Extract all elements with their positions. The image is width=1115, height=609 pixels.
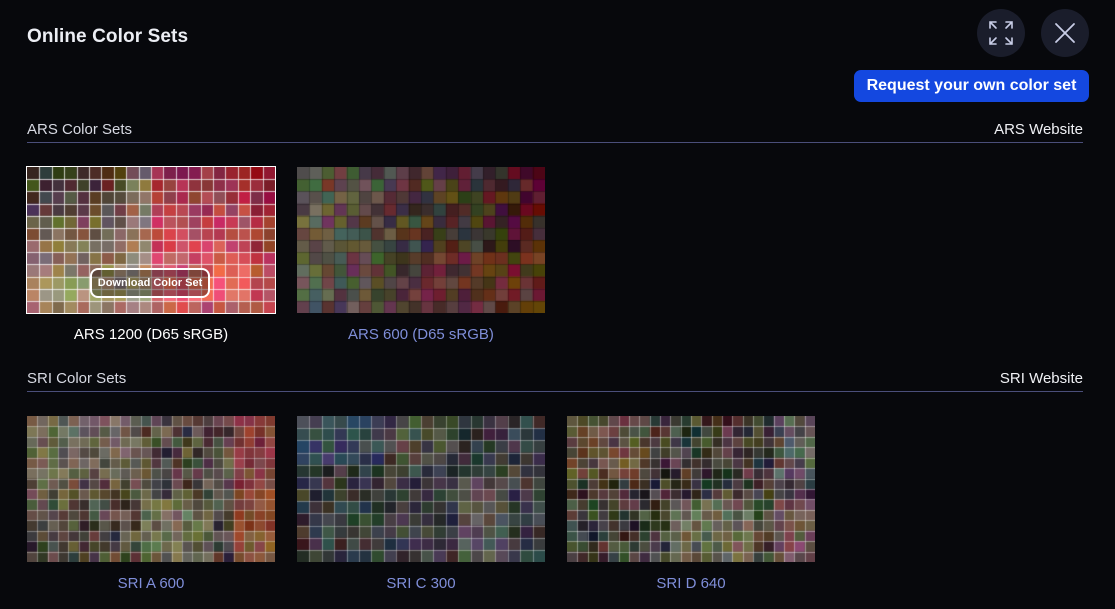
- color-set-card-ars-1200[interactable]: Download Color Set: [26, 166, 276, 314]
- sri-website-link[interactable]: SRI Website: [1000, 370, 1083, 387]
- expand-button[interactable]: [977, 9, 1025, 57]
- close-icon: [1055, 23, 1075, 43]
- ars-600-swatch-grid: [297, 167, 545, 313]
- sri-section-header: SRI Color Sets SRI Website: [27, 370, 1083, 392]
- color-set-card-sri-d-640[interactable]: [567, 416, 815, 562]
- ars-section-label: ARS Color Sets: [27, 121, 133, 138]
- color-set-label-sri-d-640[interactable]: SRI D 640: [567, 575, 815, 592]
- sri-a-600-swatch-grid: [27, 416, 275, 562]
- color-set-card-sri-c-300[interactable]: [297, 416, 545, 562]
- color-set-label-sri-a-600[interactable]: SRI A 600: [27, 575, 275, 592]
- color-set-label-ars-1200[interactable]: ARS 1200 (D65 sRGB): [27, 326, 275, 343]
- ars-website-link[interactable]: ARS Website: [994, 121, 1083, 138]
- sri-d-640-swatch-grid: [567, 416, 815, 562]
- ars-section-header: ARS Color Sets ARS Website: [27, 121, 1083, 143]
- color-set-label-sri-c-300[interactable]: SRI C 300: [297, 575, 545, 592]
- expand-icon: [989, 21, 1013, 45]
- color-set-card-ars-600[interactable]: [297, 167, 545, 313]
- request-color-set-button[interactable]: Request your own color set: [854, 70, 1089, 102]
- close-button[interactable]: [1041, 9, 1089, 57]
- page-title: Online Color Sets: [27, 26, 189, 47]
- color-set-label-ars-600[interactable]: ARS 600 (D65 sRGB): [297, 326, 545, 343]
- sri-c-300-swatch-grid: [297, 416, 545, 562]
- sri-section-label: SRI Color Sets: [27, 370, 127, 387]
- color-set-card-sri-a-600[interactable]: [27, 416, 275, 562]
- download-color-set-button[interactable]: Download Color Set: [90, 268, 210, 298]
